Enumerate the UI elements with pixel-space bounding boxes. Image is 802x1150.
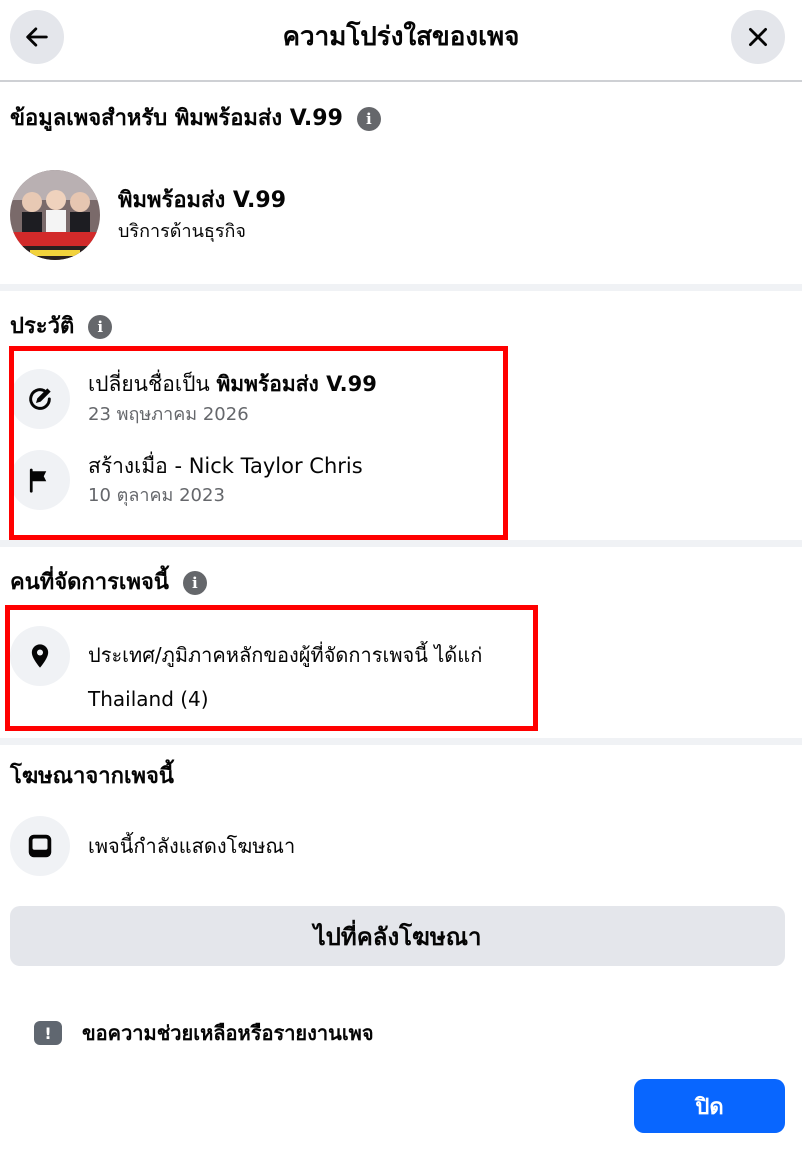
ad-screen-icon xyxy=(28,834,52,858)
ads-heading: โฆษณาจากเพจนี้ xyxy=(10,762,174,792)
ads-title: โฆษณาจากเพจนี้ xyxy=(10,764,174,789)
info-icon[interactable]: i xyxy=(182,571,207,595)
page-category: บริการด้านธุรกิจ xyxy=(118,221,246,242)
section-divider xyxy=(0,284,802,291)
go-to-ad-library-button[interactable]: ไปที่คลังโฆษณา xyxy=(10,906,785,966)
dialog-header: ความโปร่งใสของเพจ xyxy=(0,0,802,82)
close-icon xyxy=(749,28,767,46)
report-page-link[interactable]: ! ขอความช่วยเหลือหรือรายงานเพจ xyxy=(34,1018,374,1048)
highlight-box-managers xyxy=(5,605,538,731)
section-divider xyxy=(0,540,802,547)
info-icon[interactable]: i xyxy=(88,315,113,339)
report-label: ขอความช่วยเหลือหรือรายงานเพจ xyxy=(82,1021,374,1045)
ads-icon-circle xyxy=(10,816,70,876)
highlight-box-history xyxy=(9,346,508,540)
managers-heading: คนที่จัดการเพจนี้ i xyxy=(10,568,207,598)
history-heading: ประวัติ i xyxy=(10,312,113,342)
page-info-heading: ข้อมูลเพจสำหรับ พิมพร้อมส่ง V.99 i xyxy=(10,104,381,134)
page-name[interactable]: พิมพร้อมส่ง V.99 xyxy=(118,186,286,216)
alert-icon: ! xyxy=(34,1021,62,1045)
dialog-title: ความโปร่งใสของเพจ xyxy=(282,22,520,52)
history-title: ประวัติ xyxy=(10,314,75,339)
page-info-title: ข้อมูลเพจสำหรับ พิมพร้อมส่ง V.99 xyxy=(10,106,343,131)
close-button[interactable] xyxy=(731,10,785,64)
page-avatar[interactable] xyxy=(10,170,100,260)
ads-status: เพจนี้กำลังแสดงโฆษณา xyxy=(88,834,296,858)
info-icon[interactable]: i xyxy=(356,107,381,131)
managers-title: คนที่จัดการเพจนี้ xyxy=(10,570,169,595)
section-divider xyxy=(0,738,802,745)
close-dialog-button[interactable]: ปิด xyxy=(634,1079,785,1133)
